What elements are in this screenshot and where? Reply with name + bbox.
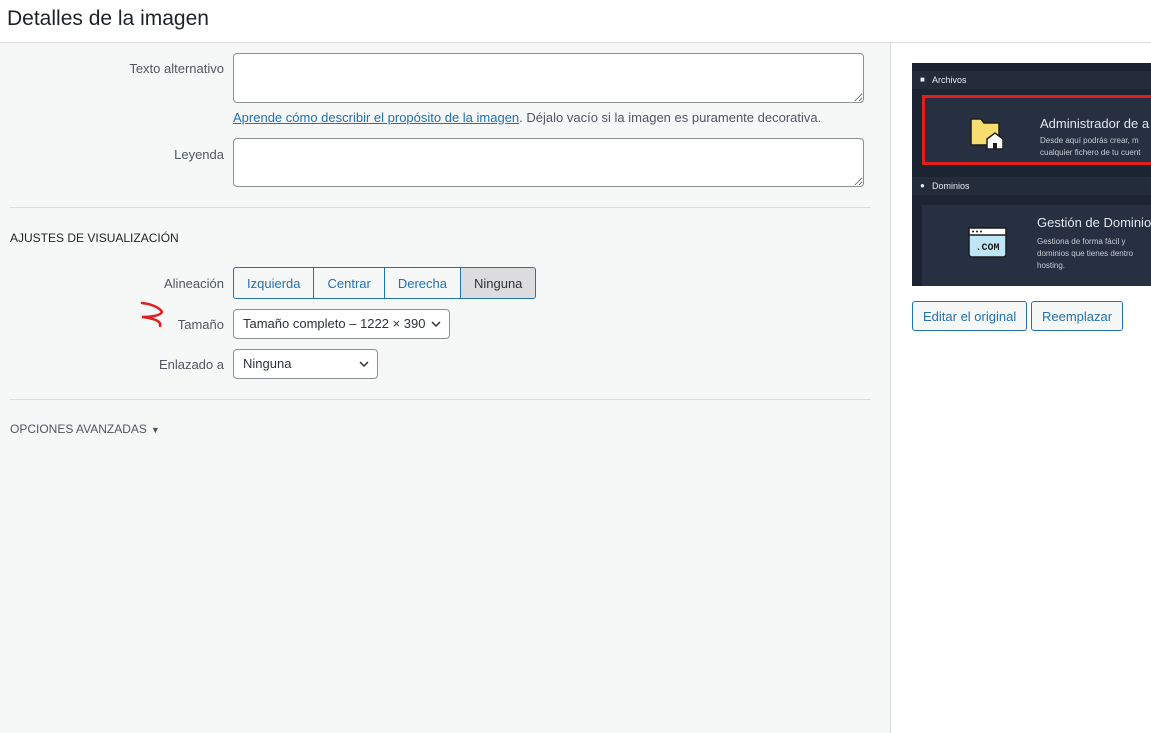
folder-icon: ■ (920, 75, 925, 84)
link-to-label: Enlazado a (158, 357, 224, 372)
align-right-button[interactable]: Derecha (383, 267, 461, 299)
alignment-button-group: Izquierda Centrar Derecha Ninguna (233, 267, 537, 299)
attachment-preview-panel: ■ Archivos Administrador de a Desde aquí… (892, 43, 1151, 733)
modal-header: Detalles de la imagen (0, 0, 1151, 43)
chevron-down-icon (431, 321, 441, 328)
replace-button[interactable]: Reemplazar (1031, 301, 1124, 331)
image-preview: ■ Archivos Administrador de a Desde aquí… (912, 63, 1151, 286)
display-settings-title: AJUSTES DE VISUALIZACIÓN (10, 231, 179, 245)
edit-original-button[interactable]: Editar el original (912, 301, 1028, 331)
caption-label: Leyenda (174, 147, 224, 162)
preview-files-desc-1: Desde aquí podrás crear, m (1040, 136, 1139, 145)
triangle-down-icon: ▼ (150, 425, 160, 435)
divider (10, 399, 871, 400)
preview-domains-desc-2: dominios que tienes dentro (1037, 249, 1134, 258)
caption-input[interactable] (233, 138, 864, 187)
divider (10, 207, 871, 208)
alt-text-help: Aprende cómo describir el propósito de l… (233, 110, 821, 125)
preview-files-desc-2: cualquier fichero de tu cuent (1040, 148, 1141, 157)
com-domain-icon: .COM (968, 227, 1007, 258)
preview-domains-header-text: Dominios (932, 181, 970, 191)
preview-domains-desc-1: Gestiona de forma fácil y (1037, 237, 1126, 246)
preview-files-header-text: Archivos (932, 75, 967, 85)
page-title: Detalles de la imagen (7, 7, 209, 30)
globe-icon: ● (920, 181, 925, 190)
preview-files-header: ■ Archivos (912, 71, 1151, 89)
size-select[interactable]: Tamaño completo – 1222 × 390 (233, 309, 450, 339)
preview-domains-header: ● Dominios (912, 177, 1151, 195)
advanced-options-label: OPCIONES AVANZADAS (10, 422, 147, 436)
preview-domains-desc-3: hosting. (1037, 261, 1066, 270)
align-left-button[interactable]: Izquierda (233, 267, 315, 299)
link-to-select[interactable]: Ninguna (233, 349, 378, 379)
folder-home-icon (970, 118, 1003, 150)
preview-domains-title: Gestión de Dominio (1037, 215, 1151, 230)
align-center-button[interactable]: Centrar (313, 267, 385, 299)
chevron-down-icon (359, 361, 369, 368)
alt-text-input[interactable] (233, 53, 864, 103)
attachment-settings-panel: Texto alternativo Aprende cómo describir… (0, 43, 891, 733)
alt-text-label: Texto alternativo (129, 61, 224, 76)
preview-files-card: Administrador de a Desde aquí podrás cre… (922, 95, 1151, 165)
alignment-label: Alineación (164, 276, 224, 291)
preview-files-title: Administrador de a (1040, 116, 1150, 131)
link-to-select-value: Ninguna (243, 356, 292, 371)
alt-text-help-text: . Déjalo vacío si la imagen es puramente… (519, 110, 822, 125)
size-select-value: Tamaño completo – 1222 × 390 (243, 316, 426, 331)
align-none-button[interactable]: Ninguna (459, 267, 537, 299)
size-label: Tamaño (177, 317, 224, 332)
alt-text-help-link[interactable]: Aprende cómo describir el propósito de l… (233, 110, 519, 125)
com-text: .COM (975, 243, 999, 254)
preview-domains-card: .COM Gestión de Dominio Gestiona de form… (922, 205, 1151, 286)
advanced-options-toggle[interactable]: OPCIONES AVANZADAS ▼ (10, 422, 160, 436)
